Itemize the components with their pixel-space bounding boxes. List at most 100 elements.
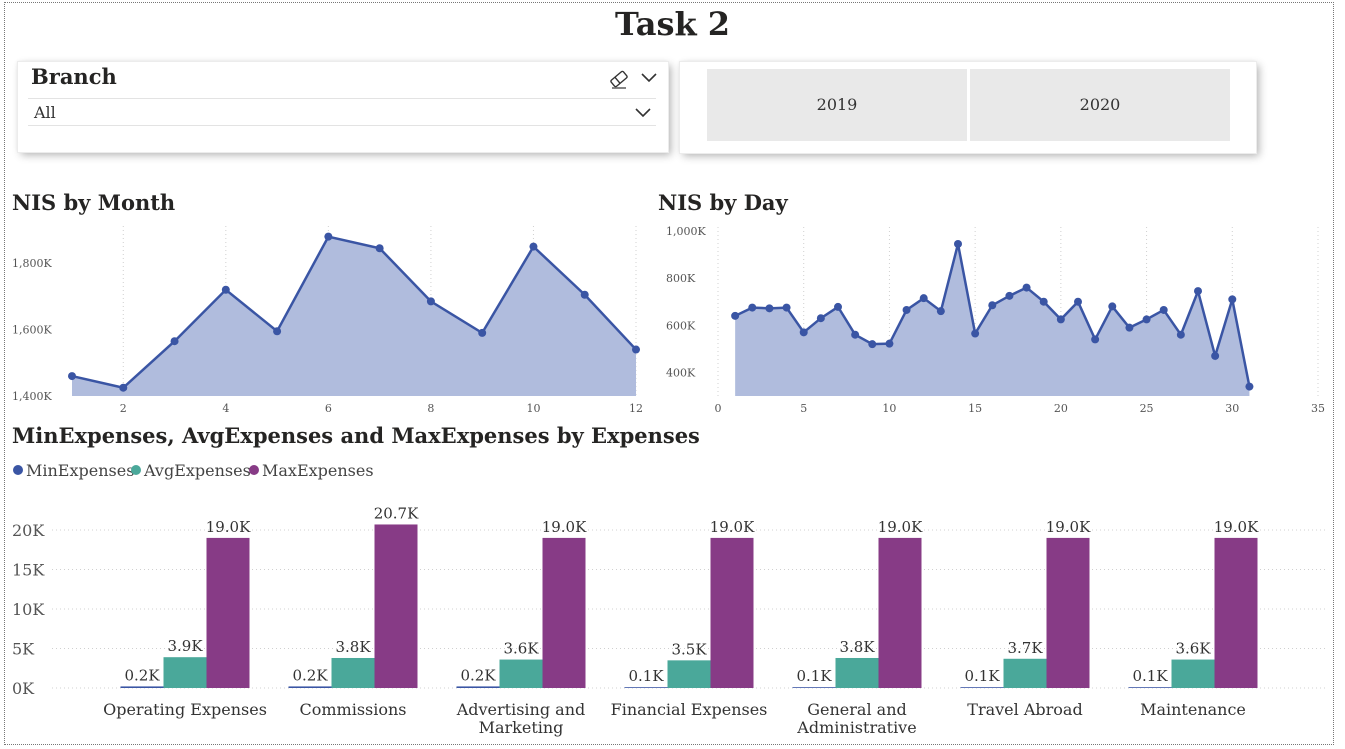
day-data-point[interactable] (971, 329, 980, 338)
day-data-point[interactable] (919, 294, 928, 303)
month-data-point[interactable] (478, 328, 487, 337)
day-data-point[interactable] (954, 239, 962, 248)
month-data-point[interactable] (273, 327, 282, 336)
day-data-point[interactable] (902, 305, 911, 314)
day-data-point[interactable] (1228, 295, 1237, 304)
day-x-tick-label: 35 (1311, 402, 1325, 415)
month-data-point[interactable] (632, 345, 640, 354)
day-data-point[interactable] (885, 339, 894, 348)
bar-avgexpenses[interactable] (163, 657, 207, 688)
legend-label-maxexpenses: MaxExpenses (262, 461, 374, 480)
day-data-point[interactable] (816, 314, 825, 323)
bar-maxexpenses[interactable] (878, 537, 922, 688)
day-data-point[interactable] (1022, 283, 1031, 292)
day-data-point[interactable] (765, 304, 774, 313)
day-data-point[interactable] (1056, 315, 1065, 324)
bar-data-label: 3.7K (1007, 639, 1043, 657)
month-data-point[interactable] (68, 372, 76, 381)
month-data-point[interactable] (170, 337, 179, 346)
day-data-point[interactable] (936, 307, 945, 316)
bar-minexpenses[interactable] (1128, 687, 1172, 688)
day-data-point[interactable] (1176, 330, 1185, 339)
bar-avgexpenses[interactable] (667, 660, 711, 688)
bar-minexpenses[interactable] (288, 686, 332, 688)
month-x-tick-label: 4 (222, 402, 229, 415)
day-data-point[interactable] (799, 328, 808, 337)
bar-maxexpenses[interactable] (206, 537, 250, 688)
bar-data-label: 0.2K (292, 666, 328, 684)
bar-maxexpenses[interactable] (542, 537, 586, 688)
bar-avgexpenses[interactable] (331, 657, 375, 688)
legend-label-avgexpenses: AvgExpenses (143, 461, 251, 480)
bar-category-label: Maintenance (1140, 700, 1246, 719)
bar-y-tick-label: 10K (12, 600, 45, 619)
bar-avgexpenses[interactable] (835, 657, 879, 688)
day-data-point[interactable] (851, 330, 860, 339)
bar-data-label: 19.0K (206, 518, 251, 536)
day-data-point[interactable] (868, 340, 877, 349)
bar-data-label: 19.0K (878, 518, 923, 536)
day-x-tick-label: 30 (1225, 402, 1239, 415)
day-data-point[interactable] (782, 303, 791, 312)
day-y-tick-label: 1,000K (666, 225, 706, 238)
bar-category-label: Advertising and (456, 700, 586, 719)
month-x-tick-label: 6 (325, 402, 332, 415)
day-data-point[interactable] (748, 303, 757, 312)
bar-avgexpenses[interactable] (499, 659, 543, 688)
day-data-point[interactable] (988, 301, 997, 310)
month-data-point[interactable] (119, 383, 128, 392)
bar-data-label: 0.1K (964, 667, 1000, 685)
month-data-point[interactable] (580, 290, 589, 299)
bar-minexpenses[interactable] (792, 687, 836, 688)
bar-avgexpenses[interactable] (1171, 659, 1215, 688)
day-data-point[interactable] (1194, 287, 1202, 296)
bar-minexpenses[interactable] (456, 686, 500, 688)
month-data-point[interactable] (324, 232, 333, 241)
month-area (72, 236, 636, 396)
bar-data-label: 0.2K (124, 666, 160, 684)
day-data-point[interactable] (731, 311, 740, 320)
bar-category-label: Marketing (479, 718, 564, 737)
bar-data-label: 0.1K (1132, 667, 1168, 685)
month-x-tick-label: 8 (427, 402, 434, 415)
bar-data-label: 19.0K (1214, 518, 1259, 536)
day-x-tick-label: 5 (800, 402, 807, 415)
month-data-point[interactable] (221, 285, 230, 294)
day-data-point[interactable] (1074, 297, 1082, 306)
bar-minexpenses[interactable] (120, 686, 164, 688)
bar-category-label: Financial Expenses (611, 700, 768, 719)
day-data-point[interactable] (1108, 302, 1117, 311)
bar-y-tick-label: 0K (12, 679, 35, 698)
day-data-point[interactable] (1091, 335, 1100, 344)
bar-category-label: Operating Expenses (103, 700, 267, 719)
month-data-point[interactable] (529, 242, 538, 251)
bar-maxexpenses[interactable] (1214, 537, 1258, 688)
bar-avgexpenses[interactable] (1003, 658, 1047, 688)
bar-maxexpenses[interactable] (374, 524, 418, 688)
day-y-tick-label: 800K (666, 272, 696, 285)
legend-marker-avgexpenses (131, 465, 141, 475)
bar-minexpenses[interactable] (960, 687, 1004, 688)
day-data-point[interactable] (1211, 351, 1220, 360)
day-data-point[interactable] (1159, 305, 1168, 314)
day-x-tick-label: 0 (715, 402, 722, 415)
bar-category-label: Commissions (299, 700, 406, 719)
day-data-point[interactable] (1245, 382, 1254, 391)
bar-data-label: 3.8K (839, 638, 875, 656)
bar-minexpenses[interactable] (624, 687, 668, 688)
legend-label-minexpenses: MinExpenses (26, 461, 134, 480)
day-data-point[interactable] (834, 302, 842, 311)
month-data-point[interactable] (426, 297, 435, 306)
bar-maxexpenses[interactable] (710, 537, 754, 688)
day-data-point[interactable] (1142, 315, 1151, 324)
day-data-point[interactable] (1125, 323, 1134, 332)
day-y-tick-label: 600K (666, 319, 696, 332)
bar-data-label: 3.8K (335, 638, 371, 656)
day-data-point[interactable] (1039, 297, 1048, 306)
month-x-tick-label: 2 (120, 402, 127, 415)
month-data-point[interactable] (375, 244, 384, 253)
bar-data-label: 3.6K (503, 640, 539, 658)
bar-maxexpenses[interactable] (1046, 537, 1090, 688)
day-data-point[interactable] (1005, 291, 1014, 300)
bar-data-label: 19.0K (542, 518, 587, 536)
